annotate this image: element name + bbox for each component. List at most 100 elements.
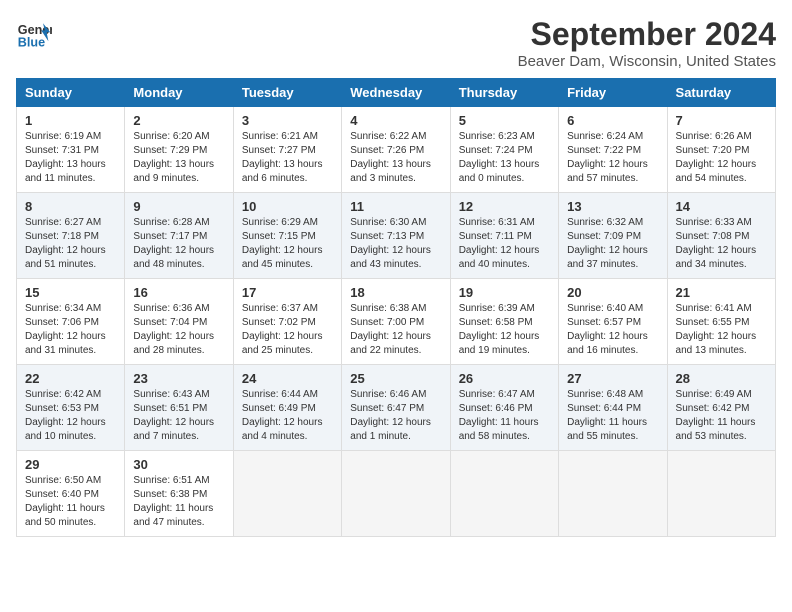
calendar-cell: 10 Sunrise: 6:29 AM Sunset: 7:15 PM Dayli… xyxy=(233,193,341,279)
day-info: Sunrise: 6:29 AM Sunset: 7:15 PM Dayligh… xyxy=(242,216,333,272)
day-info: Sunrise: 6:28 AM Sunset: 7:17 PM Dayligh… xyxy=(133,216,224,272)
calendar-cell: 9 Sunrise: 6:28 AM Sunset: 7:17 PM Daylig… xyxy=(125,193,233,279)
day-number: 22 xyxy=(25,371,116,386)
day-info: Sunrise: 6:46 AM Sunset: 6:47 PM Dayligh… xyxy=(350,388,441,444)
calendar-cell: 16 Sunrise: 6:36 AM Sunset: 7:04 PM Dayli… xyxy=(125,279,233,365)
day-number: 25 xyxy=(350,371,441,386)
day-number: 28 xyxy=(676,371,767,386)
day-number: 15 xyxy=(25,285,116,300)
day-info: Sunrise: 6:32 AM Sunset: 7:09 PM Dayligh… xyxy=(567,216,658,272)
day-number: 26 xyxy=(459,371,550,386)
calendar-cell: 17 Sunrise: 6:37 AM Sunset: 7:02 PM Dayli… xyxy=(233,279,341,365)
calendar-cell xyxy=(342,451,450,537)
day-number: 2 xyxy=(133,113,224,128)
col-tuesday: Tuesday xyxy=(233,79,341,107)
day-number: 23 xyxy=(133,371,224,386)
day-number: 6 xyxy=(567,113,658,128)
day-number: 20 xyxy=(567,285,658,300)
day-info: Sunrise: 6:39 AM Sunset: 6:58 PM Dayligh… xyxy=(459,302,550,358)
day-number: 7 xyxy=(676,113,767,128)
day-number: 18 xyxy=(350,285,441,300)
calendar-cell: 2Sunrise: 6:20 AM Sunset: 7:29 PM Daylig… xyxy=(125,107,233,193)
day-number: 17 xyxy=(242,285,333,300)
day-number: 16 xyxy=(133,285,224,300)
svg-text:Blue: Blue xyxy=(18,36,45,50)
day-info: Sunrise: 6:19 AM Sunset: 7:31 PM Dayligh… xyxy=(25,130,116,186)
day-info: Sunrise: 6:43 AM Sunset: 6:51 PM Dayligh… xyxy=(133,388,224,444)
calendar-cell: 23 Sunrise: 6:43 AM Sunset: 6:51 PM Dayli… xyxy=(125,365,233,451)
title-area: September 2024 Beaver Dam, Wisconsin, Un… xyxy=(518,16,776,70)
day-info: Sunrise: 6:27 AM Sunset: 7:18 PM Dayligh… xyxy=(25,216,116,272)
calendar-cell: 21 Sunrise: 6:41 AM Sunset: 6:55 PM Dayli… xyxy=(667,279,775,365)
day-info: Sunrise: 6:23 AM Sunset: 7:24 PM Dayligh… xyxy=(459,130,550,186)
day-number: 24 xyxy=(242,371,333,386)
calendar-cell: 8 Sunrise: 6:27 AM Sunset: 7:18 PM Daylig… xyxy=(17,193,125,279)
day-info: Sunrise: 6:38 AM Sunset: 7:00 PM Dayligh… xyxy=(350,302,441,358)
day-info: Sunrise: 6:47 AM Sunset: 6:46 PM Dayligh… xyxy=(459,388,550,444)
day-number: 21 xyxy=(676,285,767,300)
calendar-cell: 3Sunrise: 6:21 AM Sunset: 7:27 PM Daylig… xyxy=(233,107,341,193)
calendar-cell xyxy=(233,451,341,537)
calendar-cell: 5Sunrise: 6:23 AM Sunset: 7:24 PM Daylig… xyxy=(450,107,558,193)
calendar-cell: 19 Sunrise: 6:39 AM Sunset: 6:58 PM Dayli… xyxy=(450,279,558,365)
calendar-cell: 18 Sunrise: 6:38 AM Sunset: 7:00 PM Dayli… xyxy=(342,279,450,365)
day-info: Sunrise: 6:24 AM Sunset: 7:22 PM Dayligh… xyxy=(567,130,658,186)
day-number: 3 xyxy=(242,113,333,128)
day-number: 11 xyxy=(350,199,441,214)
col-wednesday: Wednesday xyxy=(342,79,450,107)
day-info: Sunrise: 6:49 AM Sunset: 6:42 PM Dayligh… xyxy=(676,388,767,444)
calendar-cell: 28 Sunrise: 6:49 AM Sunset: 6:42 PM Dayli… xyxy=(667,365,775,451)
logo-icon: General Blue xyxy=(16,16,52,52)
day-number: 9 xyxy=(133,199,224,214)
calendar-cell: 30Sunrise: 6:51 AM Sunset: 6:38 PM Dayli… xyxy=(125,451,233,537)
calendar-cell: 25 Sunrise: 6:46 AM Sunset: 6:47 PM Dayli… xyxy=(342,365,450,451)
logo: General Blue xyxy=(16,16,52,52)
calendar-cell: 26 Sunrise: 6:47 AM Sunset: 6:46 PM Dayli… xyxy=(450,365,558,451)
calendar-cell: 15 Sunrise: 6:34 AM Sunset: 7:06 PM Dayli… xyxy=(17,279,125,365)
calendar-table: Sunday Monday Tuesday Wednesday Thursday… xyxy=(16,78,776,537)
calendar-cell: 20 Sunrise: 6:40 AM Sunset: 6:57 PM Dayli… xyxy=(559,279,667,365)
day-info: Sunrise: 6:44 AM Sunset: 6:49 PM Dayligh… xyxy=(242,388,333,444)
calendar-cell xyxy=(450,451,558,537)
day-info: Sunrise: 6:48 AM Sunset: 6:44 PM Dayligh… xyxy=(567,388,658,444)
day-number: 12 xyxy=(459,199,550,214)
calendar-week-row: 29 Sunrise: 6:50 AM Sunset: 6:40 PM Dayli… xyxy=(17,451,776,537)
calendar-cell: 12 Sunrise: 6:31 AM Sunset: 7:11 PM Dayli… xyxy=(450,193,558,279)
day-info: Sunrise: 6:37 AM Sunset: 7:02 PM Dayligh… xyxy=(242,302,333,358)
header-row: Sunday Monday Tuesday Wednesday Thursday… xyxy=(17,79,776,107)
calendar-cell: 4Sunrise: 6:22 AM Sunset: 7:26 PM Daylig… xyxy=(342,107,450,193)
col-friday: Friday xyxy=(559,79,667,107)
calendar-cell: 1 Sunrise: 6:19 AM Sunset: 7:31 PM Daylig… xyxy=(17,107,125,193)
day-number: 19 xyxy=(459,285,550,300)
col-saturday: Saturday xyxy=(667,79,775,107)
calendar-week-row: 22 Sunrise: 6:42 AM Sunset: 6:53 PM Dayli… xyxy=(17,365,776,451)
calendar-week-row: 15 Sunrise: 6:34 AM Sunset: 7:06 PM Dayli… xyxy=(17,279,776,365)
day-info: Sunrise: 6:26 AM Sunset: 7:20 PM Dayligh… xyxy=(676,130,767,186)
day-number: 1 xyxy=(25,113,116,128)
calendar-cell: 11 Sunrise: 6:30 AM Sunset: 7:13 PM Dayli… xyxy=(342,193,450,279)
day-info: Sunrise: 6:31 AM Sunset: 7:11 PM Dayligh… xyxy=(459,216,550,272)
calendar-cell: 24 Sunrise: 6:44 AM Sunset: 6:49 PM Dayli… xyxy=(233,365,341,451)
day-number: 14 xyxy=(676,199,767,214)
calendar-cell: 7 Sunrise: 6:26 AM Sunset: 7:20 PM Daylig… xyxy=(667,107,775,193)
day-info: Sunrise: 6:50 AM Sunset: 6:40 PM Dayligh… xyxy=(25,474,116,530)
day-info: Sunrise: 6:30 AM Sunset: 7:13 PM Dayligh… xyxy=(350,216,441,272)
day-number: 10 xyxy=(242,199,333,214)
calendar-cell xyxy=(667,451,775,537)
day-number: 30 xyxy=(133,457,224,472)
day-number: 27 xyxy=(567,371,658,386)
day-info: Sunrise: 6:40 AM Sunset: 6:57 PM Dayligh… xyxy=(567,302,658,358)
calendar-week-row: 1 Sunrise: 6:19 AM Sunset: 7:31 PM Daylig… xyxy=(17,107,776,193)
calendar-cell: 22 Sunrise: 6:42 AM Sunset: 6:53 PM Dayli… xyxy=(17,365,125,451)
day-info: Sunrise: 6:34 AM Sunset: 7:06 PM Dayligh… xyxy=(25,302,116,358)
day-info: Sunrise: 6:36 AM Sunset: 7:04 PM Dayligh… xyxy=(133,302,224,358)
day-info: Sunrise: 6:42 AM Sunset: 6:53 PM Dayligh… xyxy=(25,388,116,444)
calendar-week-row: 8 Sunrise: 6:27 AM Sunset: 7:18 PM Daylig… xyxy=(17,193,776,279)
calendar-cell xyxy=(559,451,667,537)
day-number: 29 xyxy=(25,457,116,472)
day-info: Sunrise: 6:41 AM Sunset: 6:55 PM Dayligh… xyxy=(676,302,767,358)
col-sunday: Sunday xyxy=(17,79,125,107)
day-number: 8 xyxy=(25,199,116,214)
day-info: Sunrise: 6:22 AM Sunset: 7:26 PM Dayligh… xyxy=(350,130,441,186)
day-number: 13 xyxy=(567,199,658,214)
